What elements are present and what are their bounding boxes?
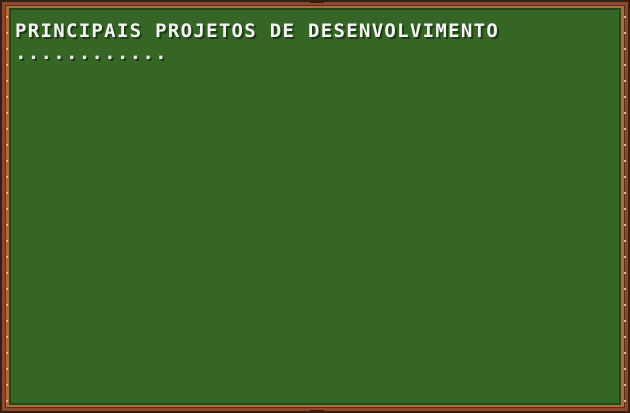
frame-rivet xyxy=(624,160,626,162)
frame-rivet xyxy=(624,288,626,290)
frame-rivet xyxy=(6,240,8,242)
frame-rivet xyxy=(6,176,8,178)
frame-rivet xyxy=(6,224,8,226)
frame-rivet xyxy=(624,48,626,50)
frame-rivet xyxy=(6,368,8,370)
frame-rivet xyxy=(6,32,8,34)
frame-rivet xyxy=(6,64,8,66)
frame-rivet xyxy=(624,224,626,226)
frame-rivet xyxy=(624,320,626,322)
frame-rivet xyxy=(624,112,626,114)
board-title: PRINCIPAIS PROJETOS DE DESENVOLVIMENTO xyxy=(15,20,500,42)
frame-rivet xyxy=(624,80,626,82)
frame-rivet xyxy=(6,192,8,194)
frame-rivet xyxy=(6,336,8,338)
frame-rivet xyxy=(624,368,626,370)
frame-rivet xyxy=(624,16,626,18)
frame-rivet xyxy=(6,208,8,210)
frame-rivet xyxy=(6,144,8,146)
frame-rivet xyxy=(6,384,8,386)
frame-rivet xyxy=(6,352,8,354)
frame-rivet xyxy=(6,128,8,130)
chalkboard: PRINCIPAIS PROJETOS DE DESENVOLVIMENTO .… xyxy=(0,0,630,413)
frame-rivet xyxy=(624,176,626,178)
frame-rivet xyxy=(624,64,626,66)
frame-rivet xyxy=(624,352,626,354)
frame-rivet xyxy=(6,80,8,82)
frame-rivet xyxy=(624,144,626,146)
loading-dots: ............ xyxy=(15,42,168,64)
frame-rivet xyxy=(624,304,626,306)
frame-rivet xyxy=(624,400,626,402)
frame-rivet xyxy=(624,256,626,258)
frame-rivet xyxy=(624,240,626,242)
frame-rivet xyxy=(6,256,8,258)
frame-rivet xyxy=(6,272,8,274)
frame-rivet xyxy=(624,96,626,98)
frame-rivet xyxy=(624,32,626,34)
frame-notch-top xyxy=(310,0,324,3)
frame-rivet xyxy=(6,112,8,114)
frame-rivet xyxy=(624,208,626,210)
chalk-surface: PRINCIPAIS PROJETOS DE DESENVOLVIMENTO .… xyxy=(9,8,621,405)
frame-rivet xyxy=(6,48,8,50)
frame-rivet xyxy=(6,400,8,402)
frame-rivet xyxy=(624,336,626,338)
frame-rivet xyxy=(6,320,8,322)
frame-rivet xyxy=(6,16,8,18)
frame-rivet xyxy=(6,160,8,162)
frame-rivet xyxy=(6,304,8,306)
frame-rivet xyxy=(624,192,626,194)
frame-rivet xyxy=(6,96,8,98)
frame-rivet xyxy=(6,288,8,290)
frame-rivet xyxy=(624,384,626,386)
frame-rivet xyxy=(624,128,626,130)
frame-rivet xyxy=(624,272,626,274)
